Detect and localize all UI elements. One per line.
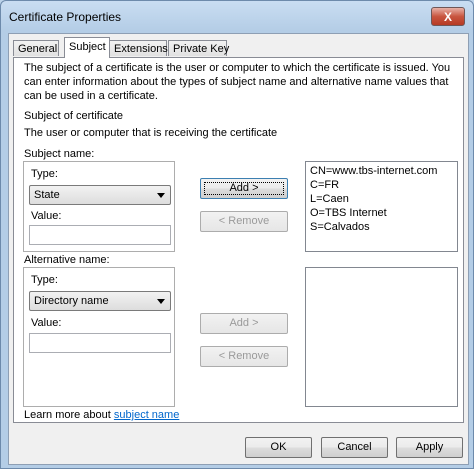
alt-value-input[interactable] [29, 333, 171, 353]
list-item[interactable]: O=TBS Internet [310, 206, 387, 220]
subject-type-dropdown[interactable]: State [29, 185, 171, 205]
chevron-down-icon [157, 299, 165, 304]
window-title: Certificate Properties [9, 10, 122, 24]
alternative-name-group: Type: Directory name Value: [23, 267, 175, 407]
alternative-name-label: Alternative name: [24, 254, 110, 266]
tab-general[interactable]: General [13, 40, 59, 56]
learn-more-prefix: Learn more about [24, 409, 114, 421]
subject-type-value: State [34, 189, 60, 201]
intro-line-1: The subject of a certificate is the user… [24, 62, 451, 74]
focus-rect [204, 182, 284, 195]
learn-more-text: Learn more about subject name [24, 408, 179, 422]
apply-button[interactable]: Apply [396, 437, 463, 458]
intro-line-2: can enter information about the types of… [24, 76, 449, 88]
alt-type-label: Type: [31, 274, 58, 286]
intro-line-3: can be used in a certificate. [24, 90, 158, 102]
subject-name-label: Subject name: [24, 148, 95, 160]
subject-remove-button[interactable]: < Remove [200, 211, 288, 232]
subject-type-label: Type: [31, 168, 58, 180]
list-item[interactable]: S=Calvados [310, 220, 370, 234]
list-item[interactable]: C=FR [310, 178, 339, 192]
subject-add-button[interactable]: Add > [200, 178, 288, 199]
alt-add-button[interactable]: Add > [200, 313, 288, 334]
subject-tab-panel: The subject of a certificate is the user… [13, 57, 464, 423]
alt-type-dropdown[interactable]: Directory name [29, 291, 171, 311]
alt-type-value: Directory name [34, 295, 109, 307]
subject-name-help-link[interactable]: subject name [114, 409, 179, 421]
tab-subject[interactable]: Subject [64, 37, 110, 58]
cancel-button[interactable]: Cancel [321, 437, 388, 458]
dialog-client: General Subject Extensions Private Key T… [8, 33, 469, 465]
certificate-properties-window: Certificate Properties X General Subject… [0, 0, 474, 469]
subject-value-input[interactable] [29, 225, 171, 245]
list-item[interactable]: L=Caen [310, 192, 349, 206]
tab-extensions[interactable]: Extensions [109, 40, 168, 56]
subject-of-certificate-heading: Subject of certificate [24, 110, 124, 122]
list-item[interactable]: CN=www.tbs-internet.com [310, 164, 437, 178]
subject-name-group: Type: State Value: [23, 161, 175, 252]
subject-name-list[interactable]: CN=www.tbs-internet.com C=FR L=Caen O=TB… [305, 161, 458, 252]
title-bar[interactable]: Certificate Properties X [1, 1, 473, 33]
subject-of-certificate-description: The user or computer that is receiving t… [24, 127, 278, 139]
tab-private-key[interactable]: Private Key [168, 40, 229, 56]
chevron-down-icon [157, 193, 165, 198]
alternative-name-list[interactable] [305, 267, 458, 407]
ok-button[interactable]: OK [245, 437, 312, 458]
subject-value-label: Value: [31, 210, 62, 222]
alt-value-label: Value: [31, 317, 62, 329]
alt-remove-button[interactable]: < Remove [200, 346, 288, 367]
close-button[interactable]: X [431, 7, 465, 26]
